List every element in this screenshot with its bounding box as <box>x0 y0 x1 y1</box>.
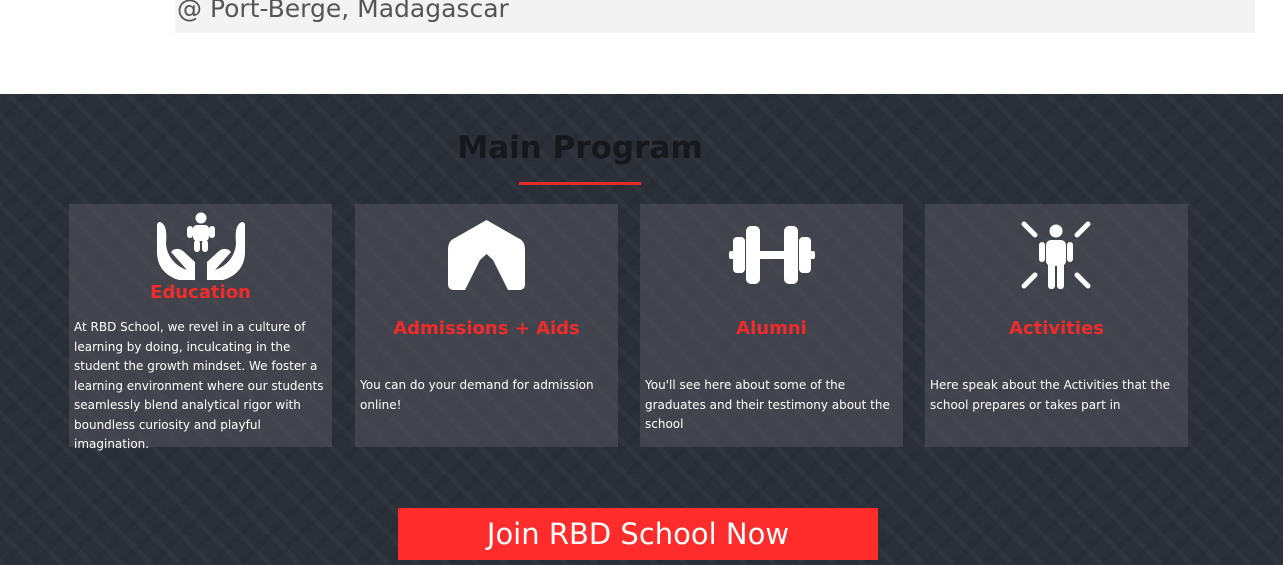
child-care-hands-icon <box>157 212 245 280</box>
card-title-admissions: Admissions + Aids <box>393 318 580 339</box>
dumbbell-icon <box>729 226 815 284</box>
card-title-activities: Activities <box>1009 318 1104 339</box>
card-description-activities: Here speak about the Activities that the… <box>930 378 1171 412</box>
tent-icon <box>448 220 525 290</box>
card-description-education: At RBD School, we revel in a culture of … <box>74 320 324 451</box>
card-description-alumni: You'll see here about some of the gradua… <box>645 378 890 431</box>
program-card-admissions[interactable]: Admissions + Aids You can do your demand… <box>355 204 618 447</box>
location-text: @ Port-Berge, Madagascar <box>177 0 509 23</box>
card-title-education: Education <box>150 282 251 303</box>
title-underline <box>519 182 641 185</box>
main-program-section: Main Program Education At RBD School, we… <box>0 94 1283 565</box>
location-banner: @ Port-Berge, Madagascar <box>175 0 1255 33</box>
program-card-education[interactable]: Education At RBD School, we revel in a c… <box>69 204 332 451</box>
person-radiating-icon <box>1021 221 1091 289</box>
card-title-alumni: Alumni <box>736 318 807 339</box>
program-card-activities[interactable]: Activities Here speak about the Activiti… <box>925 204 1188 447</box>
join-school-button[interactable]: Join RBD School Now <box>398 508 878 560</box>
section-title: Main Program <box>457 130 703 166</box>
card-description-admissions: You can do your demand for admission onl… <box>360 378 594 412</box>
program-card-alumni[interactable]: Alumni You'll see here about some of the… <box>640 204 903 447</box>
